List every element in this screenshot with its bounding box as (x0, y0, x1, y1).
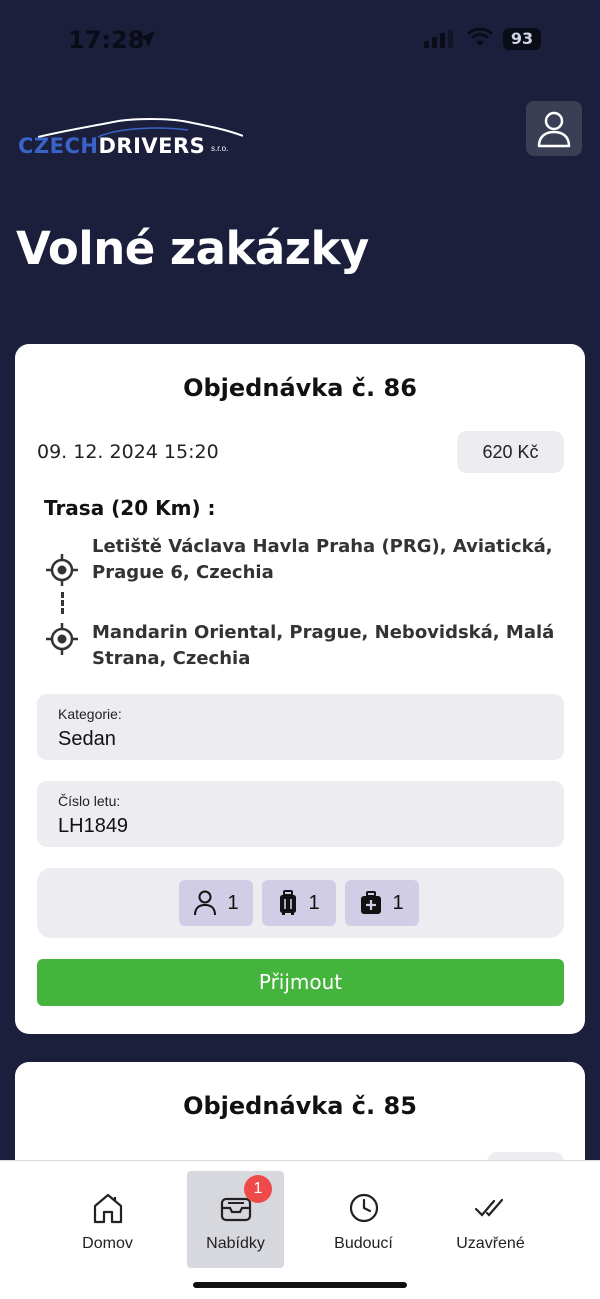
nav-label: Domov (82, 1235, 133, 1252)
signal-icon (424, 30, 453, 48)
nav-item-offers[interactable]: Nabídky 1 (187, 1171, 284, 1268)
route-pickup-address: Letiště Václava Havla Praha (PRG), Aviat… (92, 536, 553, 583)
notification-badge: 1 (244, 1175, 272, 1203)
page-title: Volné zakázky (16, 222, 369, 275)
user-icon (537, 111, 571, 147)
order-card: Objednávka č. 86 09. 12. 2024 15:20 620 … (15, 344, 585, 1034)
route-title: Trasa (20 Km) : (44, 496, 216, 520)
category-value: Sedan (58, 728, 116, 750)
bottom-navigation: Domov Nabídky 1 Budoucí Uzavřené (0, 1160, 600, 1299)
route-connector (61, 592, 64, 614)
passengers-chip: 1 (179, 880, 253, 926)
dropoff-target-icon (46, 623, 78, 655)
nav-item-home[interactable]: Domov (59, 1171, 156, 1268)
category-label: Kategorie: (58, 706, 122, 722)
nav-label: Nabídky (206, 1235, 265, 1252)
category-field: Kategorie: Sedan (37, 694, 564, 760)
home-icon (93, 1193, 122, 1224)
location-arrow-icon (139, 31, 155, 47)
flight-number-label: Číslo letu: (58, 793, 121, 809)
wifi-icon (466, 28, 494, 46)
logo-wordmark: CZECHDRIVERS (18, 134, 205, 158)
capacity-summary: 1 1 1 (37, 868, 564, 938)
pickup-target-icon (46, 554, 78, 586)
luggage-count: 1 (308, 891, 320, 914)
home-indicator (193, 1282, 407, 1288)
price-badge: 620 Kč (457, 431, 564, 473)
handbag-chip: 1 (345, 880, 419, 926)
logo-czech-text: CZECH (18, 134, 99, 158)
nav-label: Budoucí (334, 1235, 393, 1252)
route-dropoff-address: Mandarin Oriental, Prague, Nebovidská, M… (92, 622, 555, 669)
order-datetime: 09. 12. 2024 15:20 (37, 441, 219, 463)
luggage-chip: 1 (262, 880, 336, 926)
clock-icon (349, 1193, 378, 1223)
company-logo: CZECHDRIVERS s.r.o. (18, 118, 243, 160)
order-title: Objednávka č. 85 (183, 1092, 417, 1120)
status-bar: 17:28 93 (0, 0, 600, 80)
battery-indicator: 93 (503, 28, 541, 50)
person-icon (194, 890, 217, 916)
flight-number-value: LH1849 (58, 815, 129, 837)
nav-label: Uzavřené (456, 1235, 525, 1252)
nav-item-closed[interactable]: Uzavřené (442, 1171, 539, 1268)
suitcase-icon (280, 890, 297, 915)
passengers-count: 1 (227, 891, 239, 914)
double-check-icon (474, 1198, 503, 1217)
medical-bag-icon (361, 891, 382, 914)
nav-item-upcoming[interactable]: Budoucí (315, 1171, 412, 1268)
accept-order-button[interactable]: Přijmout (37, 959, 564, 1006)
order-title: Objednávka č. 86 (183, 374, 417, 402)
status-time: 17:28 (68, 26, 145, 54)
logo-drivers-text: DRIVERS (98, 134, 206, 158)
handbag-count: 1 (392, 891, 404, 914)
profile-button[interactable] (526, 101, 582, 156)
logo-sro-text: s.r.o. (211, 144, 229, 153)
flight-number-field: Číslo letu: LH1849 (37, 781, 564, 847)
